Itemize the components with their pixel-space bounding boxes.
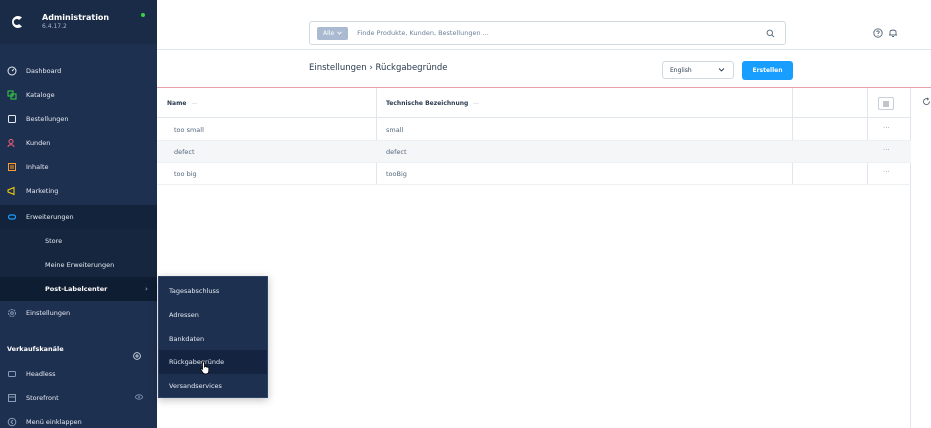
smart-bar: Einstellungen › Rückgabegründe English E… [157, 51, 931, 88]
extensions-icon [6, 212, 17, 223]
cell-technical-name: defect [386, 148, 407, 156]
search-input[interactable]: Finde Produkte, Kunden, Bestellungen ... [357, 29, 489, 37]
sidebar-item-label: Bestellungen [26, 115, 69, 123]
create-button[interactable]: Erstellen [742, 61, 793, 80]
bell-icon[interactable] [888, 27, 898, 38]
data-grid: Name — Technische Bezeichnung — too small … [157, 88, 911, 428]
sales-channel-storefront[interactable]: Storefront [0, 386, 157, 410]
breadcrumb-parent[interactable]: Einstellungen [309, 63, 367, 73]
sales-channels-title: Verkaufskanäle [7, 345, 64, 353]
column-label: Name [167, 100, 187, 107]
shopware-logo-icon [6, 11, 28, 33]
sidebar-item-label: Store [45, 237, 63, 245]
megaphone-icon [6, 186, 17, 197]
table-row[interactable]: too small small ··· [157, 119, 911, 141]
reload-icon[interactable] [923, 97, 931, 106]
headless-icon [6, 369, 17, 380]
sidebar-header[interactable]: Administration 6.4.17.2 [0, 0, 157, 44]
chevron-down-icon [718, 68, 725, 72]
sidebar-item-label: Inhalte [26, 163, 49, 171]
breadcrumb-separator: › [369, 63, 373, 73]
sidebar-item-settings[interactable]: Einstellungen [0, 301, 157, 325]
storefront-icon [6, 393, 17, 404]
collapse-menu-button[interactable]: Menü einklappen [0, 410, 157, 428]
sidebar-item-label: Dashboard [26, 67, 62, 75]
grid-header: Name — Technische Bezeichnung — [157, 88, 911, 118]
language-switch[interactable]: English [662, 61, 734, 79]
chevron-right-icon: › [145, 285, 148, 293]
row-actions-button[interactable]: ··· [883, 124, 890, 132]
sidebar-item-label: Einstellungen [26, 309, 71, 317]
hand-cursor-icon [200, 361, 210, 375]
column-header-technical-name[interactable]: Technische Bezeichnung — [386, 100, 479, 107]
orders-icon [6, 114, 17, 125]
grid-settings-button[interactable] [878, 97, 894, 110]
column-sort-indicator: — [473, 100, 480, 107]
sidebar-item-customers[interactable]: Kunden [0, 131, 157, 155]
page-title: Rückgabegründe [375, 63, 448, 73]
table-row[interactable]: defect defect ··· [157, 141, 911, 163]
column-sort-indicator: — [191, 100, 198, 107]
sidebar-item-extensions[interactable]: Erweiterungen [0, 205, 157, 229]
sidebar-item-label: Kunden [26, 139, 51, 147]
help-icon[interactable] [873, 28, 883, 38]
search-bar[interactable]: Alle Finde Produkte, Kunden, Bestellunge… [309, 21, 786, 45]
sidebar-subitem-my-extensions[interactable]: Meine Erweiterungen [0, 253, 157, 277]
sidebar-item-orders[interactable]: Bestellungen [0, 107, 157, 131]
sidebar-item-label: Post-Labelcenter [45, 285, 108, 293]
table-row[interactable]: too big tooBig ··· [157, 163, 911, 185]
column-header-name[interactable]: Name — [167, 100, 197, 107]
collapse-icon [6, 417, 17, 428]
cell-name: defect [174, 148, 195, 156]
sidebar-item-dashboard[interactable]: Dashboard [0, 59, 157, 83]
cell-name: too small [174, 126, 204, 134]
content-icon [6, 162, 17, 173]
top-bar: Alle Finde Produkte, Kunden, Bestellunge… [157, 0, 931, 50]
cell-technical-name: small [386, 126, 404, 134]
gear-icon [6, 308, 17, 319]
add-sales-channel-icon[interactable] [133, 345, 141, 360]
sidebar-item-label: Erweiterungen [26, 213, 74, 221]
sidebar-item-label: Meine Erweiterungen [45, 261, 115, 269]
cell-technical-name: tooBig [386, 170, 407, 178]
cell-name: too big [174, 170, 197, 178]
column-label: Technische Bezeichnung [386, 100, 469, 107]
search-icon[interactable] [766, 29, 775, 38]
sidebar: Administration 6.4.17.2 Dashboard Katalo… [0, 0, 157, 428]
sidebar-subitem-store[interactable]: Store [0, 229, 157, 253]
chevron-down-icon [337, 31, 342, 35]
customers-icon [6, 138, 17, 149]
sidebar-item-label: Marketing [26, 187, 59, 195]
language-value: English [670, 66, 692, 74]
row-actions-button[interactable]: ··· [883, 146, 890, 154]
sidebar-item-label: Storefront [26, 394, 59, 402]
app-version: 6.4.17.2 [42, 23, 67, 30]
list-icon [883, 101, 889, 106]
catalogue-icon [6, 90, 17, 101]
status-dot [141, 13, 145, 17]
sidebar-subitem-post-labelcenter[interactable]: Post-Labelcenter › [0, 277, 157, 301]
eye-icon[interactable] [135, 394, 143, 402]
app-name: Administration [42, 13, 110, 22]
search-type-label: Alle [323, 29, 335, 37]
sidebar-item-marketing[interactable]: Marketing [0, 179, 157, 203]
sidebar-item-label: Kataloge [26, 91, 55, 99]
row-actions-button[interactable]: ··· [883, 168, 890, 176]
sidebar-item-label: Headless [26, 370, 56, 378]
sales-channel-headless[interactable]: Headless [0, 362, 157, 386]
sidebar-item-label: Menü einklappen [26, 418, 82, 426]
dashboard-icon [6, 66, 17, 77]
breadcrumb: Einstellungen › Rückgabegründe [309, 63, 447, 73]
sidebar-item-content[interactable]: Inhalte [0, 155, 157, 179]
sidebar-item-catalogues[interactable]: Kataloge [0, 83, 157, 107]
search-type-select[interactable]: Alle [317, 26, 349, 40]
